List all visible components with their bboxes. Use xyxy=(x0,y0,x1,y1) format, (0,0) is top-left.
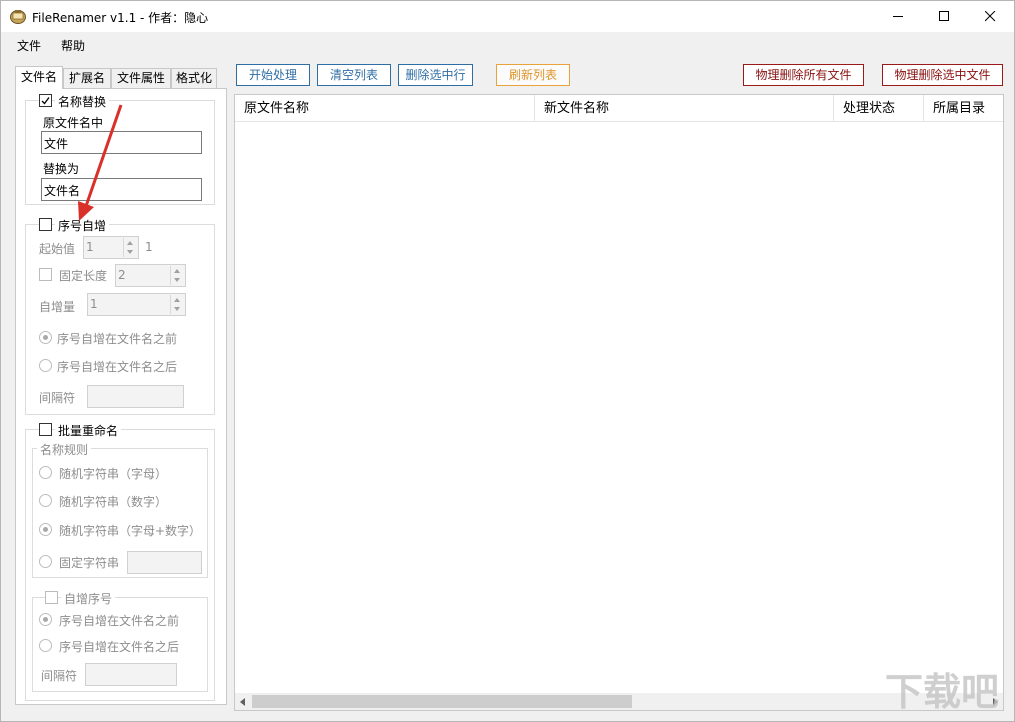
seq-after-radio[interactable] xyxy=(39,359,52,372)
column-original-name[interactable]: 原文件名称 xyxy=(235,95,535,122)
window-title: FileRenamer v1.1 - 作者：隐心 xyxy=(32,11,209,25)
maximize-button[interactable] xyxy=(921,1,967,32)
delete-selected-row-button[interactable]: 删除选中行 xyxy=(398,64,473,86)
checkmark-icon xyxy=(41,97,50,105)
menu-file[interactable]: 文件 xyxy=(17,37,41,54)
watermark-logo-icon: 下载吧 xyxy=(885,670,999,714)
rule-mixed-label: 随机字符串（字母+数字） xyxy=(59,524,202,538)
increment-stepper[interactable]: 1 xyxy=(87,293,186,316)
rule-digits-radio[interactable] xyxy=(39,494,52,507)
minimize-button[interactable] xyxy=(875,1,921,32)
auto-seq-before-radio[interactable] xyxy=(39,613,52,626)
separator-input[interactable] xyxy=(87,385,184,408)
name-replace-checkbox[interactable] xyxy=(39,94,52,107)
rule-fixed-radio[interactable] xyxy=(39,555,52,568)
spin-arrows-icon[interactable] xyxy=(170,295,184,314)
maximize-icon xyxy=(938,11,949,21)
name-rule-label: 名称规则 xyxy=(37,441,92,458)
start-value-preview: 1 xyxy=(145,240,153,254)
auto-seq-checkbox[interactable] xyxy=(45,591,58,604)
auto-seq-after-label: 序号自增在文件名之后 xyxy=(59,640,180,654)
annotation-arrow-icon xyxy=(78,104,123,221)
file-list[interactable]: 原文件名称 新文件名称 处理状态 所属目录 xyxy=(234,94,1004,711)
start-process-button[interactable]: 开始处理 xyxy=(236,64,310,86)
watermark-text: 下载吧 xyxy=(885,670,999,714)
refresh-list-button[interactable]: 刷新列表 xyxy=(496,64,570,86)
rule-letters-label: 随机字符串（字母） xyxy=(59,467,168,481)
fixed-length-label: 固定长度 xyxy=(59,269,108,283)
menu-help[interactable]: 帮助 xyxy=(61,37,85,54)
fixed-string-input[interactable] xyxy=(127,551,202,574)
watermark: 下载吧 xyxy=(881,663,1013,719)
app-icon xyxy=(10,10,26,24)
rule-digits-label: 随机字符串（数字） xyxy=(59,495,168,509)
tab-file-attributes[interactable]: 文件属性 xyxy=(111,68,171,88)
separator-label: 间隔符 xyxy=(39,391,76,405)
fixed-length-checkbox[interactable] xyxy=(39,268,52,281)
close-icon xyxy=(984,11,995,22)
close-button[interactable] xyxy=(967,1,1013,32)
fixed-length-text: 2 xyxy=(118,268,126,282)
spin-arrows-icon[interactable] xyxy=(170,266,184,285)
tab-filename[interactable]: 文件名 xyxy=(15,66,63,89)
auto-seq-before-label: 序号自增在文件名之前 xyxy=(59,614,180,628)
replace-with-label: 替换为 xyxy=(43,162,80,176)
increment-text: 1 xyxy=(90,297,98,311)
delete-all-files-button[interactable]: 物理删除所有文件 xyxy=(743,64,864,86)
delete-selected-files-button[interactable]: 物理删除选中文件 xyxy=(882,64,1003,86)
tab-format[interactable]: 格式化 xyxy=(171,68,217,88)
auto-seq-separator-input[interactable] xyxy=(85,663,177,686)
rule-fixed-label: 固定字符串 xyxy=(59,556,120,570)
clear-list-button[interactable]: 清空列表 xyxy=(317,64,391,86)
increment-label: 自增量 xyxy=(39,300,76,314)
column-new-name[interactable]: 新文件名称 xyxy=(535,95,834,122)
tab-extension[interactable]: 扩展名 xyxy=(63,68,111,88)
seq-before-label: 序号自增在文件名之前 xyxy=(57,332,178,346)
batch-rename-checkbox[interactable] xyxy=(39,423,52,436)
auto-seq-after-radio[interactable] xyxy=(39,639,52,652)
column-status[interactable]: 处理状态 xyxy=(834,95,924,122)
app-window: FileRenamer v1.1 - 作者：隐心 文件 帮助 文件名 扩展名 文… xyxy=(0,0,1015,722)
spin-arrows-icon[interactable] xyxy=(123,238,137,257)
seq-before-radio[interactable] xyxy=(39,331,52,344)
auto-seq-separator-label: 间隔符 xyxy=(41,669,78,683)
scrollbar-thumb[interactable] xyxy=(252,695,632,708)
rule-mixed-radio[interactable] xyxy=(39,523,52,536)
sequence-checkbox[interactable] xyxy=(39,218,52,231)
start-value-text: 1 xyxy=(86,240,94,254)
minimize-icon xyxy=(892,16,903,17)
batch-rename-label: 批量重命名 xyxy=(55,422,122,439)
menu-bar: 文件 帮助 xyxy=(1,32,1014,57)
seq-after-label: 序号自增在文件名之后 xyxy=(57,360,178,374)
start-value-stepper[interactable]: 1 xyxy=(83,236,139,259)
start-value-label: 起始值 xyxy=(39,242,76,256)
title-bar[interactable]: FileRenamer v1.1 - 作者：隐心 xyxy=(1,1,1014,32)
fixed-length-stepper[interactable]: 2 xyxy=(115,264,186,287)
scroll-left-icon[interactable] xyxy=(240,698,245,706)
column-directory[interactable]: 所属目录 xyxy=(924,95,1003,122)
auto-seq-label: 自增序号 xyxy=(61,590,116,607)
rule-letters-radio[interactable] xyxy=(39,466,52,479)
list-header: 原文件名称 新文件名称 处理状态 所属目录 xyxy=(235,95,1003,122)
